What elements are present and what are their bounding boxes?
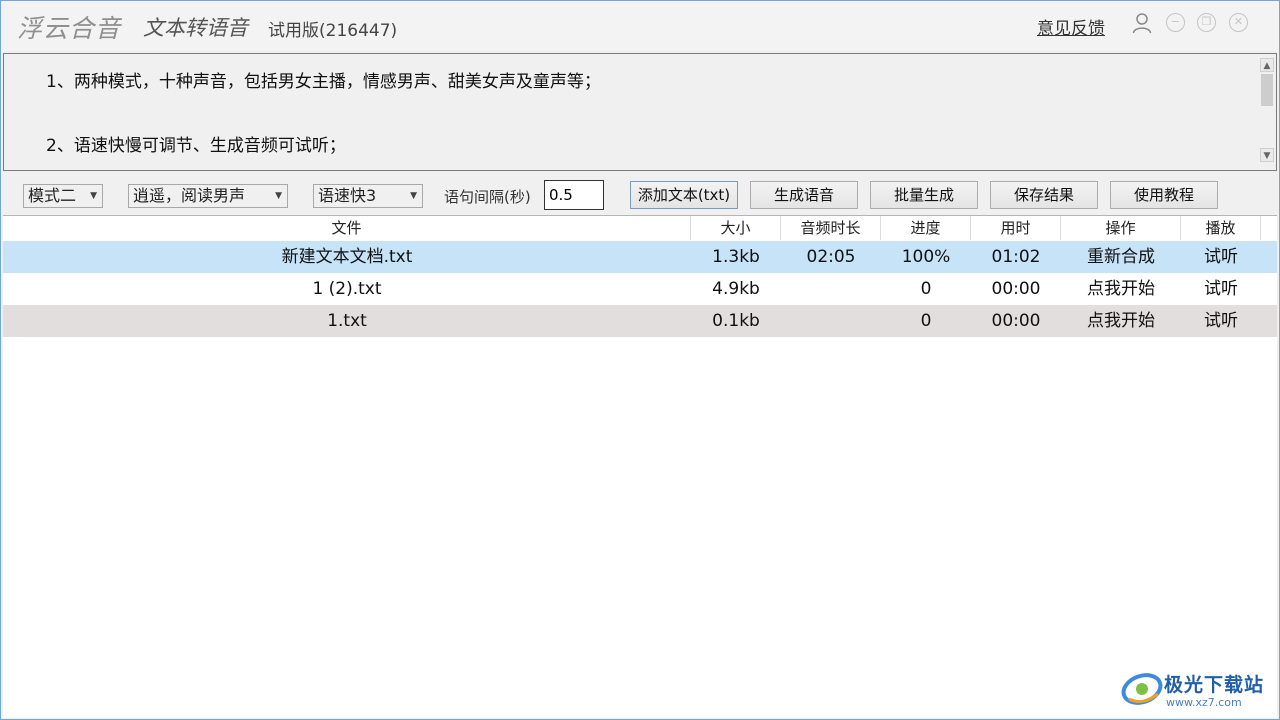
table-row[interactable]: 新建文本文档.txt 1.3kb 02:05 100% 01:02 重新合成 试…: [3, 241, 1277, 273]
table-header: 文件 大小 音频时长 进度 用时 操作 播放: [3, 216, 1277, 240]
watermark-logo-icon: [1120, 666, 1164, 712]
restore-button[interactable]: ❐: [1197, 13, 1216, 32]
voice-select-value: 逍遥，阅读男声: [133, 186, 246, 205]
column-header-duration[interactable]: 音频时长: [781, 216, 881, 240]
description-line-2: 2、语速快慢可调节、生成音频可试听；: [46, 136, 346, 156]
scroll-up-arrow-icon[interactable]: ▲: [1260, 58, 1274, 72]
description-textarea[interactable]: 1、两种模式，十种声音，包括男女主播，情感男声、甜美女声及童声等； 2、语速快慢…: [3, 53, 1277, 171]
action-link[interactable]: 重新合成: [1061, 241, 1181, 273]
table-row[interactable]: 1.txt 0.1kb 0 00:00 点我开始 试听: [3, 305, 1277, 337]
column-header-action[interactable]: 操作: [1061, 216, 1181, 240]
column-header-size[interactable]: 大小: [691, 216, 781, 240]
cell-time: 00:00: [991, 279, 1041, 299]
close-button[interactable]: ✕: [1229, 13, 1248, 32]
app-brand: 浮云合音: [17, 14, 122, 43]
tutorial-button[interactable]: 使用教程: [1110, 181, 1218, 209]
cell-time: 00:00: [991, 311, 1041, 331]
generate-speech-button[interactable]: 生成语音: [750, 181, 858, 209]
cell-duration: [781, 305, 881, 337]
mode-select[interactable]: 模式二 ▼: [23, 184, 103, 208]
watermark-url: www.xz7.com: [1166, 696, 1242, 709]
table-row[interactable]: 1 (2).txt 4.9kb 0 00:00 点我开始 试听: [3, 273, 1277, 305]
interval-input[interactable]: [544, 180, 604, 210]
close-icon: ✕: [1233, 15, 1244, 28]
chevron-down-icon: ▼: [410, 191, 417, 201]
column-header-time[interactable]: 用时: [971, 216, 1061, 240]
cell-progress: 0: [920, 279, 932, 299]
play-link[interactable]: 试听: [1181, 241, 1261, 273]
cell-size: 1.3kb: [712, 247, 760, 267]
cell-file: 新建文本文档.txt: [281, 247, 413, 267]
app-subtitle: 文本转语音: [143, 16, 248, 40]
save-result-button[interactable]: 保存结果: [990, 181, 1098, 209]
cell-file: 1 (2).txt: [312, 279, 382, 299]
scroll-down-arrow-icon[interactable]: ▼: [1260, 148, 1274, 162]
app-window: 浮云合音 文本转语音 试用版(216447) 意见反馈 − ❐ ✕ 1、两种模式…: [0, 0, 1280, 720]
column-header-play[interactable]: 播放: [1181, 216, 1261, 240]
user-icon[interactable]: [1132, 12, 1152, 34]
chevron-down-icon: ▼: [275, 191, 282, 201]
play-link[interactable]: 试听: [1181, 273, 1261, 305]
speed-select[interactable]: 语速快3 ▼: [313, 184, 423, 208]
cell-file: 1.txt: [327, 311, 367, 331]
watermark: 极光下载站 www.xz7.com: [1120, 664, 1280, 714]
add-text-button[interactable]: 添加文本(txt): [630, 181, 738, 209]
cell-progress: 100%: [901, 247, 951, 267]
cell-time: 01:02: [991, 247, 1041, 267]
minimize-button[interactable]: −: [1166, 13, 1185, 32]
title-bar: 浮云合音 文本转语音 试用版(216447) 意见反馈 − ❐ ✕: [1, 1, 1279, 51]
voice-select[interactable]: 逍遥，阅读男声 ▼: [128, 184, 288, 208]
minimize-icon: −: [1170, 15, 1181, 28]
scroll-thumb[interactable]: [1261, 74, 1273, 106]
interval-label: 语句间隔(秒): [444, 188, 531, 206]
cell-duration: [781, 273, 881, 305]
column-header-file[interactable]: 文件: [3, 216, 691, 240]
cell-duration: 02:05: [806, 247, 856, 267]
action-link[interactable]: 点我开始: [1061, 305, 1181, 337]
cell-size: 0.1kb: [712, 311, 760, 331]
play-link[interactable]: 试听: [1181, 305, 1261, 337]
batch-generate-button[interactable]: 批量生成: [870, 181, 978, 209]
file-table: 文件 大小 音频时长 进度 用时 操作 播放 新建文本文档.txt 1.3kb …: [3, 215, 1277, 718]
speed-select-value: 语速快3: [318, 186, 377, 205]
description-line-1: 1、两种模式，十种声音，包括男女主播，情感男声、甜美女声及童声等；: [46, 72, 601, 92]
column-header-progress[interactable]: 进度: [881, 216, 971, 240]
cell-progress: 0: [920, 311, 932, 331]
feedback-link[interactable]: 意见反馈: [1037, 14, 1105, 39]
action-link[interactable]: 点我开始: [1061, 273, 1181, 305]
restore-icon: ❐: [1201, 15, 1212, 28]
watermark-name: 极光下载站: [1164, 674, 1265, 696]
chevron-down-icon: ▼: [90, 191, 97, 201]
vertical-scrollbar[interactable]: ▲ ▼: [1260, 58, 1274, 162]
app-edition: 试用版(216447): [268, 21, 398, 41]
cell-size: 4.9kb: [712, 279, 760, 299]
mode-select-value: 模式二: [28, 186, 77, 205]
